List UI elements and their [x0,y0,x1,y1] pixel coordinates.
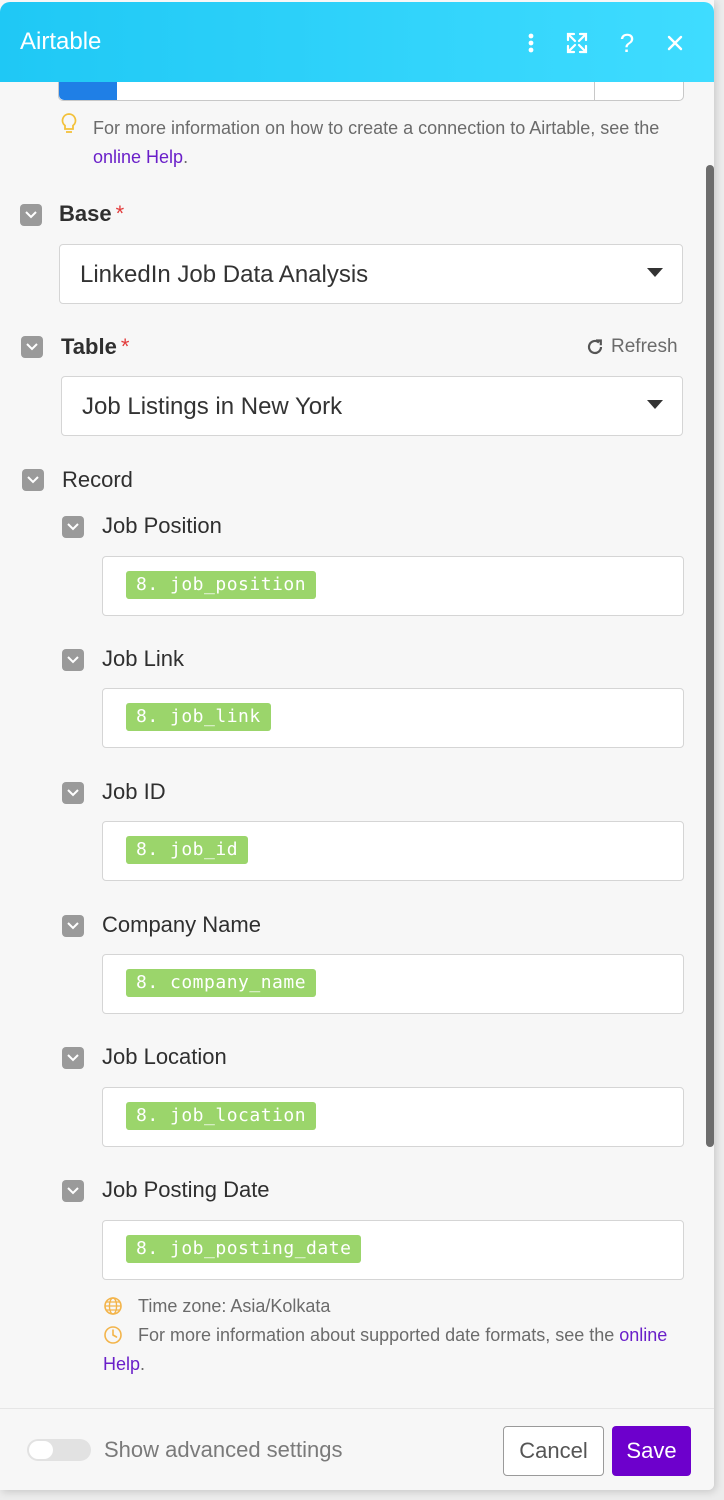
base-select[interactable]: LinkedIn Job Data Analysis [59,244,683,304]
table-label-text: Table [61,334,117,359]
close-icon[interactable] [658,26,692,60]
chevron-down-icon [67,1187,79,1195]
online-help-link[interactable]: online Help [93,147,183,167]
refresh-label: Refresh [611,336,678,357]
mapped-value-pill[interactable]: 8. job_position [126,571,317,599]
mapped-value-pill[interactable]: 8. job_posting_date [126,1235,362,1263]
table-select[interactable]: Job Listings in New York [61,376,683,436]
connection-hint-text: For more information on how to create a … [93,118,660,138]
advanced-settings-label[interactable]: Show advanced settings [104,1437,343,1463]
base-label: Base * [59,201,124,227]
job-posting-date-collapse-toggle[interactable] [62,1180,84,1202]
company-name-collapse-toggle[interactable] [62,915,84,937]
advanced-settings-toggle[interactable] [27,1439,91,1461]
required-mark: * [120,334,130,359]
mapped-value-pill[interactable]: 8. job_id [126,836,249,864]
date-format-hint: For more information about supported dat… [103,1321,693,1379]
refresh-button[interactable]: Refresh [585,336,678,358]
job-id-input[interactable]: 8. job_id [102,821,684,881]
chevron-down-icon [67,1054,79,1062]
add-connection-button[interactable] [59,82,117,100]
field-label-job-position: Job Position [102,513,222,538]
field-label-job-link: Job Link [102,646,184,671]
connection-select[interactable] [58,82,684,101]
chevron-down-icon [25,211,37,219]
chevron-down-icon [27,476,39,484]
toggle-knob [29,1441,53,1459]
base-label-text: Base [59,201,112,226]
cancel-button[interactable]: Cancel [503,1426,604,1476]
table-collapse-toggle[interactable] [21,336,43,358]
job-location-input[interactable]: 8. job_location [102,1087,684,1147]
company-name-input[interactable]: 8. company_name [102,954,684,1014]
connection-divider [594,82,595,100]
chevron-down-icon [67,789,79,797]
base-select-value: LinkedIn Job Data Analysis [80,261,369,288]
date-format-hint-end: . [140,1354,146,1374]
mapped-value-pill[interactable]: 8. job_location [126,1102,317,1130]
dropdown-caret-icon [647,400,663,409]
connection-hint: For more information on how to create a … [93,114,683,172]
field-label-job-id: Job ID [102,779,166,804]
job-location-collapse-toggle[interactable] [62,1047,84,1069]
table-select-value: Job Listings in New York [82,393,343,420]
help-icon[interactable]: ? [610,26,644,60]
job-position-collapse-toggle[interactable] [62,516,84,538]
save-button[interactable]: Save [612,1426,691,1476]
mapped-value-pill[interactable]: 8. company_name [126,969,317,997]
job-posting-date-input[interactable]: 8. job_posting_date [102,1220,684,1280]
job-position-input[interactable]: 8. job_position [102,556,684,616]
base-collapse-toggle[interactable] [20,204,42,226]
field-label-company-name: Company Name [102,912,261,937]
job-link-collapse-toggle[interactable] [62,649,84,671]
job-id-collapse-toggle[interactable] [62,782,84,804]
dropdown-caret-icon [647,268,663,277]
panel-title: Airtable [20,28,102,55]
refresh-icon [587,339,603,355]
required-mark: * [115,201,125,226]
scrollbar[interactable] [706,165,714,1147]
expand-icon[interactable] [560,26,594,60]
table-label: Table * [61,334,129,360]
chevron-down-icon [67,656,79,664]
airtable-module-panel: Airtable ? For more information on how t… [0,0,714,1490]
chevron-down-icon [67,523,79,531]
date-format-hint-text: For more information about supported dat… [138,1325,620,1345]
panel-content: For more information on how to create a … [0,82,714,1408]
record-collapse-toggle[interactable] [22,469,44,491]
record-label: Record [62,467,133,492]
field-label-job-posting-date: Job Posting Date [102,1177,270,1202]
globe-icon [104,1297,122,1315]
panel-header: Airtable ? [0,2,714,82]
mapped-value-pill[interactable]: 8. job_link [126,703,271,731]
lightbulb-icon [61,113,77,133]
timezone-hint: Time zone: Asia/Kolkata [138,1296,331,1316]
connection-hint-end: . [183,147,189,167]
field-label-job-location: Job Location [102,1044,227,1069]
chevron-down-icon [26,343,38,351]
more-options-icon[interactable] [514,26,548,60]
job-link-input[interactable]: 8. job_link [102,688,684,748]
chevron-down-icon [67,922,79,930]
panel-footer: Show advanced settings Cancel Save [0,1408,714,1490]
